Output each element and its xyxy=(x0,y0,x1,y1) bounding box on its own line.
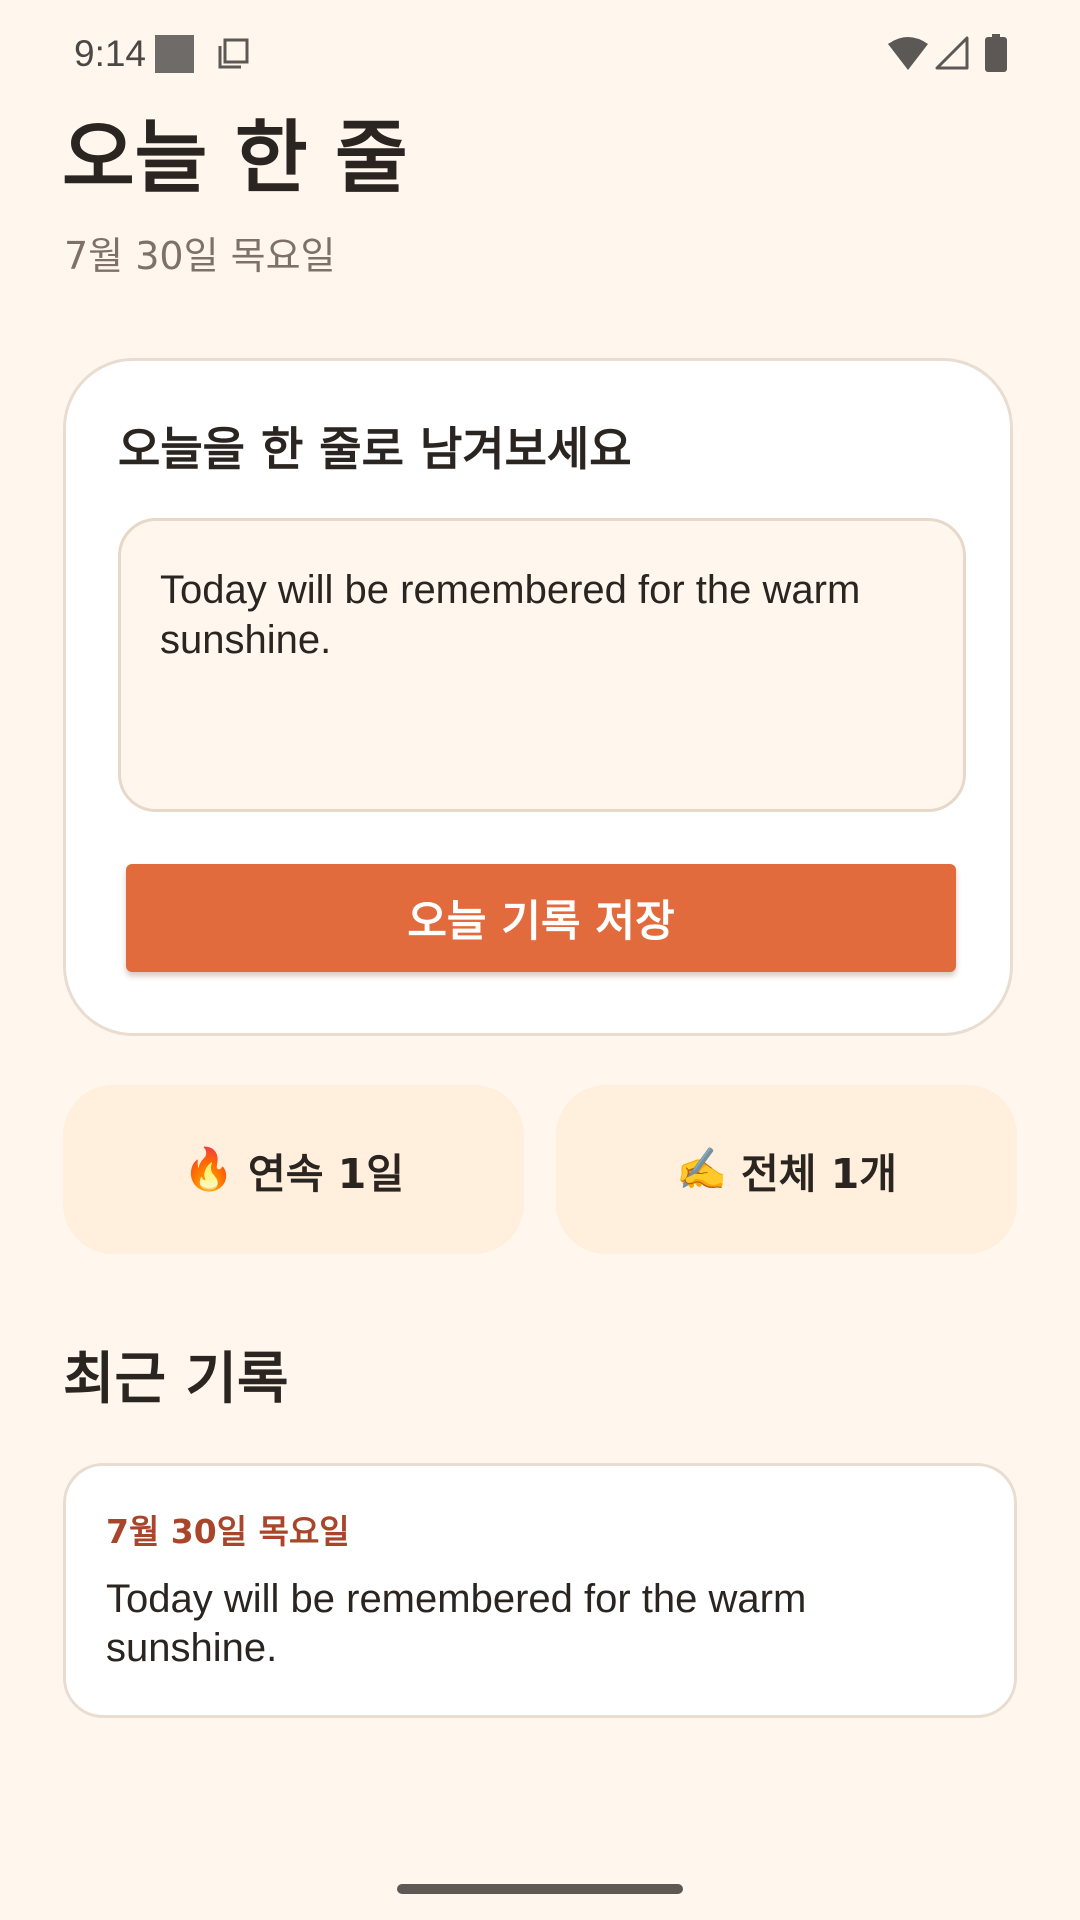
status-time: 9:14 xyxy=(74,33,147,74)
cell-signal-icon xyxy=(935,36,969,70)
record-text: Today will be remembered for the warm su… xyxy=(106,1577,807,1670)
home-indicator[interactable] xyxy=(397,1884,683,1894)
record-date: 7월 30일 목요일 xyxy=(106,1512,350,1551)
page-title: 오늘 한 줄 xyxy=(62,112,408,204)
total-stat-card: ✍️ 전체 1개 xyxy=(556,1085,1017,1254)
entry-prompt: 오늘을 한 줄로 남겨보세요 xyxy=(118,422,632,476)
status-bar: 9:14 xyxy=(0,0,1080,106)
writing-hand-icon: ✍️ xyxy=(675,1145,728,1193)
page-date: 7월 30일 목요일 xyxy=(64,234,336,278)
app-screen: 9:14 오늘 한 줄 7월 30일 목요일 오늘을 한 줄로 남겨보세요 To… xyxy=(0,0,1080,1920)
wifi-icon xyxy=(888,37,928,70)
save-entry-button[interactable]: 오늘 기록 저장 xyxy=(126,864,956,972)
streak-stat-card: 🔥 연속 1일 xyxy=(63,1085,524,1254)
record-card[interactable]: 7월 30일 목요일 Today will be remembered for … xyxy=(63,1463,1017,1718)
notification-square-icon xyxy=(155,35,194,73)
battery-icon xyxy=(985,34,1007,72)
total-label: 전체 1개 xyxy=(741,1149,898,1198)
screenshot-icon xyxy=(218,38,249,69)
fire-icon: 🔥 xyxy=(182,1145,235,1193)
streak-label: 연속 1일 xyxy=(248,1149,405,1198)
entry-card: 오늘을 한 줄로 남겨보세요 Today will be remembered … xyxy=(63,358,1013,1036)
recent-heading: 최근 기록 xyxy=(63,1347,289,1412)
entry-text-field[interactable]: Today will be remembered for the warm su… xyxy=(118,518,966,812)
